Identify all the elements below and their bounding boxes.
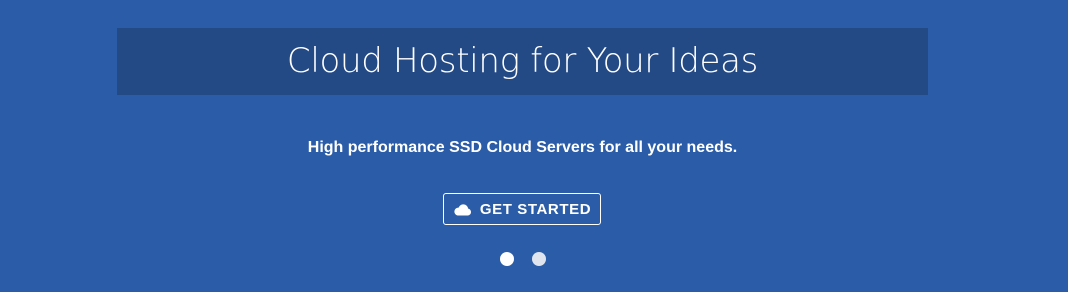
slide-dot-1[interactable] bbox=[499, 252, 514, 266]
hero-title: Cloud Hosting for Your Ideas bbox=[286, 40, 759, 81]
hero-banner: Cloud Hosting for Your Ideas High perfor… bbox=[0, 0, 1068, 292]
get-started-label: GET STARTED bbox=[479, 200, 592, 218]
hero-subtitle: High performance SSD Cloud Servers for a… bbox=[307, 139, 738, 156]
slider-pagination bbox=[0, 252, 1045, 266]
title-band: Cloud Hosting for Your Ideas bbox=[117, 28, 928, 95]
get-started-button[interactable]: GET STARTED bbox=[443, 193, 601, 225]
slide-dot-2[interactable] bbox=[531, 252, 546, 266]
cloud-icon bbox=[453, 203, 472, 216]
